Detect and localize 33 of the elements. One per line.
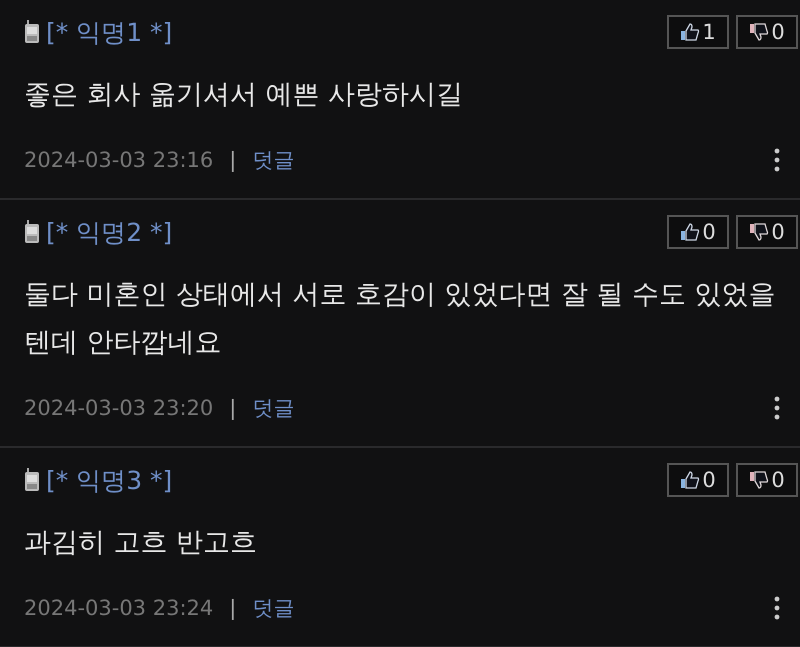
thumbs-down-icon xyxy=(749,23,770,41)
thumbs-up-icon xyxy=(680,23,700,41)
separator: | xyxy=(229,596,236,620)
thumbs-up-icon xyxy=(680,223,700,241)
author-name[interactable]: [* 익명3 *] xyxy=(46,464,172,496)
author-name[interactable]: [* 익명1 *] xyxy=(46,16,172,48)
timestamp: 2024-03-03 23:24 xyxy=(24,596,214,620)
phone-icon xyxy=(24,220,40,244)
comment-text: 과김히 고흐 반고흐 xyxy=(24,526,258,560)
reply-link[interactable]: 덧글 xyxy=(252,394,294,422)
timestamp: 2024-03-03 23:20 xyxy=(24,396,214,420)
comment-text: 둘다 미혼인 상태에서 서로 호감이 있었다면 잘 될 수도 있었을 텐데 안타깝네요 xyxy=(24,278,777,360)
more-icon[interactable] xyxy=(774,148,780,172)
separator: | xyxy=(229,148,236,172)
more-icon[interactable] xyxy=(774,396,780,420)
more-icon[interactable] xyxy=(774,596,780,620)
thumbs-down-icon xyxy=(749,471,770,489)
like-button[interactable]: 1 xyxy=(667,15,729,49)
separator: | xyxy=(229,396,236,420)
phone-icon xyxy=(24,20,40,44)
comment-text: 좋은 회사 옮기셔서 예쁜 사랑하시길 xyxy=(24,78,464,112)
reply-link[interactable]: 덧글 xyxy=(252,594,294,622)
dislike-button[interactable]: 0 xyxy=(736,215,798,249)
timestamp: 2024-03-03 23:16 xyxy=(24,148,214,172)
reply-link[interactable]: 덧글 xyxy=(252,146,294,174)
dislike-button[interactable]: 0 xyxy=(736,463,798,497)
author-name[interactable]: [* 익명2 *] xyxy=(46,216,172,248)
dislike-button[interactable]: 0 xyxy=(736,15,798,49)
thumbs-down-icon xyxy=(749,223,770,241)
like-button[interactable]: 0 xyxy=(667,463,729,497)
like-button[interactable]: 0 xyxy=(667,215,729,249)
thumbs-up-icon xyxy=(680,471,700,489)
phone-icon xyxy=(24,468,40,492)
